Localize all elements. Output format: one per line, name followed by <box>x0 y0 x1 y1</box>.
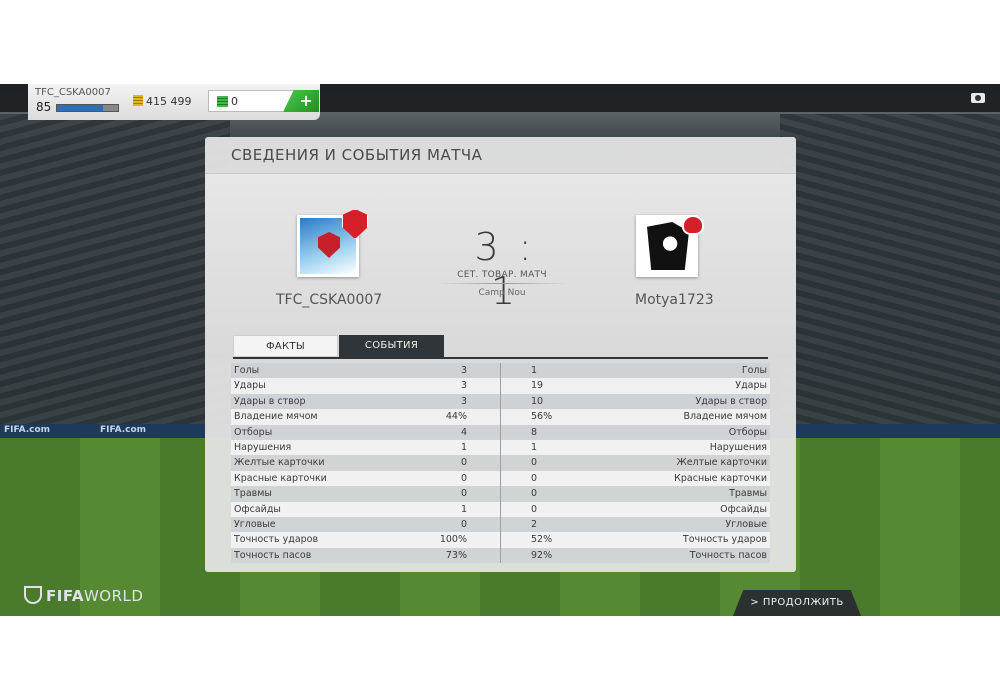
stat-value-away: 1 <box>531 365 538 376</box>
stat-value-home: 100% <box>439 534 467 546</box>
fifa-points-value: 0 <box>231 95 238 108</box>
profile-level: 85 <box>36 100 52 114</box>
away-team-name: Motya1723 <box>635 292 714 308</box>
stat-value-home: 1 <box>460 503 467 515</box>
ad-text: FIFA.com <box>100 425 147 435</box>
match-divider <box>437 283 567 284</box>
stat-label-home: Угловые <box>234 518 276 530</box>
fifa-points-icon <box>217 96 228 107</box>
stat-value-away: 2 <box>531 518 538 530</box>
stat-value-home: 0 <box>460 457 467 469</box>
stat-label-home: Удары в створ <box>234 395 306 407</box>
stat-label-home: Нарушения <box>234 441 292 453</box>
stands-right <box>780 114 1000 434</box>
stat-label-home: Травмы <box>234 488 272 500</box>
stat-value-home: 0 <box>460 488 467 500</box>
ad-text: FIFA.com <box>4 425 51 435</box>
profile-name: TFC_CSKA0007 <box>35 87 111 98</box>
stat-label-away: Голы <box>741 365 767 376</box>
stat-value-away: 10 <box>531 395 544 407</box>
match-type: СЕТ. ТОВАР. МАТЧ <box>457 270 547 280</box>
stat-value-away: 92% <box>531 549 553 561</box>
stat-label-home: Владение мячом <box>234 411 318 423</box>
continue-button[interactable]: > ПРОДОЛЖИТЬ <box>733 590 861 616</box>
stat-label-home: Офсайды <box>234 503 281 515</box>
stat-value-home: 0 <box>460 518 467 530</box>
home-team-name: TFC_CSKA0007 <box>276 292 383 308</box>
stat-value-home: 3 <box>460 380 467 392</box>
stat-label-away: Удары <box>735 380 767 392</box>
stat-value-away: 0 <box>531 472 538 484</box>
tab-events[interactable]: СОБЫТИЯ <box>339 335 444 357</box>
stat-value-away: 0 <box>531 503 538 515</box>
stat-label-home: Отборы <box>234 426 273 438</box>
stat-value-away: 52% <box>531 534 553 546</box>
stat-value-away: 1 <box>531 441 538 453</box>
profile-panel: TFC_CSKA0007 85 415 499 0 + <box>28 84 320 120</box>
stat-value-home: 0 <box>460 472 467 484</box>
match-score: 3 : 1 <box>474 225 536 313</box>
stat-label-home: Голы <box>234 365 260 376</box>
stat-label-away: Красные карточки <box>674 472 767 484</box>
stat-label-away: Желтые карточки <box>676 457 767 469</box>
stat-value-away: 0 <box>531 488 538 500</box>
xp-bar-fill <box>57 105 103 111</box>
tab-facts[interactable]: ФАКТЫ <box>233 335 338 357</box>
stat-label-home: Точность пасов <box>234 549 312 561</box>
stat-label-away: Точность ударов <box>682 534 767 546</box>
stat-value-home: 3 <box>460 365 467 376</box>
brand-bold: FIFA <box>46 587 84 605</box>
camera-icon[interactable] <box>971 93 985 103</box>
stat-label-home: Желтые карточки <box>234 457 325 469</box>
ea-shield-icon <box>24 586 42 604</box>
stat-label-away: Офсайды <box>720 503 767 515</box>
tab-underline <box>233 357 768 359</box>
away-club-badge-icon <box>682 215 704 235</box>
cska-emblem-icon <box>318 232 340 258</box>
stat-label-away: Точность пасов <box>689 549 767 561</box>
stat-value-home: 1 <box>460 441 467 453</box>
stadium-name: Camp Nou <box>478 288 526 298</box>
stat-label-away: Владение мячом <box>683 411 767 423</box>
xp-bar <box>56 104 119 112</box>
match-facts-panel: СВЕДЕНИЯ И СОБЫТИЯ МАТЧА TFC_CSKA0007 3 … <box>205 137 796 572</box>
stat-value-home: 73% <box>445 549 467 561</box>
coins-icon <box>133 95 143 106</box>
coins-display: 415 499 <box>133 95 192 108</box>
stat-label-away: Удары в створ <box>695 395 767 407</box>
stat-label-away: Нарушения <box>709 441 767 453</box>
stat-label-away: Травмы <box>729 488 767 500</box>
stat-value-home: 4 <box>460 426 467 438</box>
stat-label-away: Отборы <box>728 426 767 438</box>
stat-value-away: 19 <box>531 380 544 392</box>
stat-value-away: 0 <box>531 457 538 469</box>
stats-divider <box>500 363 501 563</box>
brand-thin: WORLD <box>83 587 144 605</box>
stat-label-home: Удары <box>234 380 266 392</box>
stat-value-home: 44% <box>445 411 467 423</box>
stat-value-away: 56% <box>531 411 553 423</box>
panel-title: СВЕДЕНИЯ И СОБЫТИЯ МАТЧА <box>231 146 483 164</box>
stat-label-home: Точность ударов <box>234 534 319 546</box>
stands-left <box>0 114 230 434</box>
stat-value-home: 3 <box>460 395 467 407</box>
stat-label-away: Угловые <box>725 518 767 530</box>
stat-label-home: Красные карточки <box>234 472 327 484</box>
stat-value-away: 8 <box>531 426 538 438</box>
coins-value: 415 499 <box>146 95 192 108</box>
fifa-world-logo: FIFAWORLD <box>24 586 143 605</box>
